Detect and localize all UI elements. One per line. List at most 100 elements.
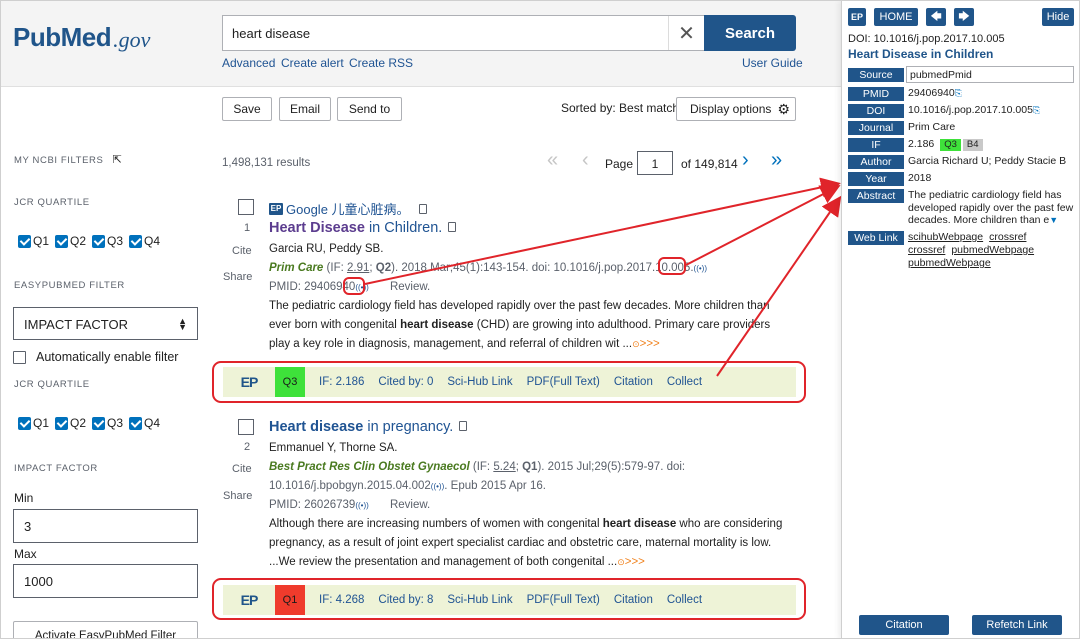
external-link-icon: ⇱ — [112, 154, 123, 166]
copy-icon[interactable] — [448, 220, 461, 232]
expand-down-icon[interactable]: ▼ — [1049, 215, 1058, 225]
checkbox-checked-icon — [18, 234, 31, 248]
filter-type-select[interactable]: IMPACT FACTOR ▲ ▼ — [13, 307, 198, 340]
search-button[interactable]: Search — [704, 15, 796, 51]
logo-gov-text: .gov — [113, 27, 151, 52]
result-2-if-value[interactable]: 5.24 — [493, 461, 515, 473]
q1-checkbox[interactable]: Q1 — [18, 416, 49, 430]
author-label: Author — [848, 155, 904, 169]
create-rss-link[interactable]: Create RSS — [349, 56, 413, 70]
pubmed-webpage-link[interactable]: pubmedWebpage — [951, 244, 1034, 256]
jcr-quartile-checkboxes-2: Q1 Q2 Q3 Q4 — [18, 416, 160, 430]
q2-label: Q2 — [70, 234, 87, 248]
result-1-title-link[interactable]: Heart Disease in Children. — [269, 220, 461, 236]
q4-checkbox[interactable]: Q4 — [129, 234, 160, 248]
result-1-if-value[interactable]: 2.91 — [347, 262, 369, 274]
result-2-snippet: Although there are increasing numbers of… — [269, 515, 789, 572]
journal-value: Prim Care — [908, 121, 956, 133]
q2-checkbox[interactable]: Q2 — [55, 416, 86, 430]
home-button[interactable]: HOME — [874, 8, 918, 26]
q3-checkbox[interactable]: Q3 — [92, 416, 123, 430]
broadcast-icon[interactable]: ((•)) — [431, 482, 444, 491]
result-1-snippet: The pediatric cardiology field has devel… — [269, 297, 789, 354]
scihub-webpage-link[interactable]: scihubWebpage — [908, 231, 983, 243]
q1-checkbox[interactable]: Q1 — [18, 234, 49, 248]
auto-enable-checkbox[interactable]: Automatically enable filter — [13, 350, 178, 364]
pubmed-webpage-link-2[interactable]: pubmedWebpage — [908, 257, 991, 269]
annotation-highlight-box — [212, 578, 806, 620]
copy-icon[interactable] — [459, 419, 472, 431]
annotation-highlight-box — [212, 361, 806, 403]
broadcast-icon[interactable]: ((•)) — [694, 264, 707, 273]
clear-icon[interactable]: ✕ — [668, 16, 704, 50]
pubmed-header: Pub Med .gov heart disease ✕ Search Advanc… — [1, 1, 841, 87]
author-value: Garcia Richard U; Peddy Stacie B — [908, 155, 1067, 167]
prev-page-icon[interactable]: ‹ — [582, 149, 589, 172]
impact-factor-heading: IMPACT FACTOR — [14, 463, 98, 474]
activate-filter-button[interactable]: Activate EasyPubMed Filter — [13, 621, 198, 638]
google-translate-link[interactable]: EP Google 儿童心脏病。 — [269, 199, 431, 218]
page-number-input[interactable]: 1 — [637, 151, 673, 175]
back-arrow-icon[interactable]: 🡄 — [926, 8, 946, 26]
create-alert-link[interactable]: Create alert — [281, 56, 344, 70]
q2-checkbox[interactable]: Q2 — [55, 234, 86, 248]
send-to-button[interactable]: Send to — [337, 97, 402, 121]
expand-more-link[interactable]: ⊙>>> — [632, 338, 660, 350]
easypubmed-icon: EP — [269, 202, 283, 215]
max-input[interactable]: 1000 — [13, 564, 198, 598]
result-2-share-button[interactable]: Share — [223, 490, 252, 502]
annotation-arrow — [685, 185, 841, 266]
q1-label: Q1 — [33, 416, 50, 430]
result-2-epub: . Epub 2015 Apr 16. — [444, 480, 546, 492]
result-2-cite-button[interactable]: Cite — [232, 463, 252, 475]
expand-more-text: >>> — [624, 556, 645, 568]
email-button[interactable]: Email — [279, 97, 331, 121]
abstract-label: Abstract — [848, 189, 904, 203]
hide-button[interactable]: Hide — [1042, 8, 1074, 26]
crossref-link[interactable]: crossref — [989, 231, 1026, 243]
result-1-title-bold: Heart Disease — [269, 220, 365, 236]
result-2-title-link[interactable]: Heart disease in pregnancy. — [269, 419, 472, 435]
result-2-citation: Best Pract Res Clin Obstet Gynaecol (IF:… — [269, 461, 686, 473]
expand-more-link[interactable]: ⊙>>> — [617, 556, 645, 568]
citation-button[interactable]: Citation — [859, 615, 949, 635]
if-b-badge: B4 — [962, 139, 983, 151]
my-ncbi-filters-link[interactable]: MY NCBI FILTERS ⇱ — [14, 153, 123, 166]
expand-more-text: >>> — [639, 338, 660, 350]
q4-checkbox[interactable]: Q4 — [129, 416, 160, 430]
easypubmed-panel-icon[interactable]: EP — [848, 8, 866, 26]
result-1-checkbox[interactable] — [238, 199, 254, 215]
if-label: IF — [848, 138, 904, 152]
my-ncbi-filters-label: MY NCBI FILTERS — [14, 155, 104, 166]
advanced-link[interactable]: Advanced — [222, 56, 275, 70]
search-input[interactable]: heart disease ✕ — [222, 15, 704, 51]
q3-checkbox[interactable]: Q3 — [92, 234, 123, 248]
abstract-value-row: The pediatric cardiology field has devel… — [908, 189, 1076, 227]
result-1-share-button[interactable]: Share — [223, 271, 252, 283]
last-page-icon[interactable]: » — [771, 149, 782, 172]
result-1-cite-button[interactable]: Cite — [232, 245, 252, 257]
result-2-checkbox[interactable] — [238, 419, 254, 435]
save-button[interactable]: Save — [222, 97, 272, 121]
next-page-icon[interactable]: › — [742, 149, 749, 172]
broadcast-icon[interactable]: ((•)) — [355, 501, 368, 510]
result-2-title-bold: Heart disease — [269, 419, 364, 435]
copy-icon[interactable]: ⎘ — [955, 88, 962, 98]
refetch-link-button[interactable]: Refetch Link — [972, 615, 1062, 635]
checkbox-checked-icon — [92, 416, 106, 430]
min-input[interactable]: 3 — [13, 509, 198, 543]
forward-arrow-icon[interactable]: 🡆 — [954, 8, 974, 26]
first-page-icon[interactable]: « — [547, 149, 558, 172]
user-guide-link[interactable]: User Guide — [742, 56, 803, 70]
source-input[interactable]: pubmedPmid — [906, 66, 1074, 83]
result-1-citation: Prim Care (IF: 2.91; Q2). 2018 Mar;45(1)… — [269, 262, 707, 274]
select-arrows-icon: ▲ ▼ — [178, 316, 187, 332]
copy-icon[interactable]: ⎘ — [1033, 105, 1040, 115]
pmid-value: 29406940 — [908, 87, 955, 99]
copy-icon[interactable] — [418, 201, 431, 214]
if-prefix: (IF: — [469, 461, 494, 473]
display-options-button[interactable]: Display options ⚙ — [676, 97, 796, 121]
pubmed-logo[interactable]: Pub Med .gov — [13, 19, 150, 53]
crossref-link-2[interactable]: crossref — [908, 244, 945, 256]
auto-enable-label: Automatically enable filter — [36, 350, 179, 364]
